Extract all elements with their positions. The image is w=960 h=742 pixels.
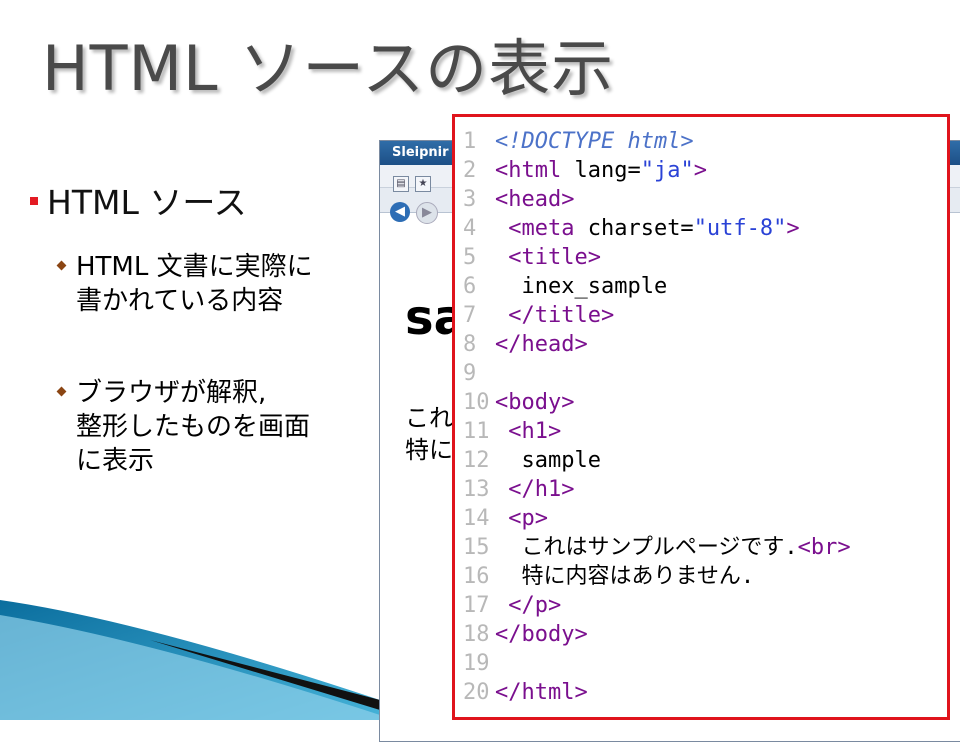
source-line: 18 </body> xyxy=(463,620,851,649)
code-token: charset= xyxy=(587,216,694,241)
source-line: 13 </h1> xyxy=(463,475,851,504)
sub-bullet-written-content: HTML 文書に実際に 書かれている内容 xyxy=(56,250,313,318)
source-line: 4 <meta charset="utf-8"> xyxy=(463,214,851,243)
code-token: </body> xyxy=(495,622,588,647)
code-token: </p> xyxy=(495,593,562,618)
forward-arrow-icon[interactable]: ▶ xyxy=(416,202,438,224)
line-number: 11 xyxy=(463,419,490,444)
source-line: 7 </title> xyxy=(463,301,851,330)
source-line: 15 これはサンプルページです.<br> xyxy=(463,533,851,562)
line-number: 15 xyxy=(463,535,490,560)
red-square-bullet-icon xyxy=(30,196,38,205)
rendered-paragraph: これ 特に xyxy=(405,402,453,466)
code-token: <title> xyxy=(495,245,601,270)
sub-bullet-line: HTML 文書に実際に xyxy=(76,252,313,282)
code-token: <body> xyxy=(495,390,575,415)
source-line: 20 </html> xyxy=(463,678,851,707)
code-token: これはサンプルページです. xyxy=(495,535,798,560)
sub-bullet-line: に表示 xyxy=(76,446,155,476)
source-line: 19 xyxy=(463,649,851,678)
source-line: 6 inex_sample xyxy=(463,272,851,301)
source-line: 8 </head> xyxy=(463,330,851,359)
source-line: 12 sample xyxy=(463,446,851,475)
line-number: 16 xyxy=(463,564,490,589)
line-number: 20 xyxy=(463,680,490,705)
bullet-label: HTML ソース xyxy=(47,183,247,222)
rendered-paragraph-line: 特に xyxy=(405,436,453,464)
line-number: 7 xyxy=(463,303,477,328)
line-number: 17 xyxy=(463,593,490,618)
source-line: 16 特に内容はありません. xyxy=(463,562,851,591)
line-number: 18 xyxy=(463,622,490,647)
code-token: <p> xyxy=(495,506,548,531)
line-number: 14 xyxy=(463,506,490,531)
sub-bullet-line: ブラウザが解釈, xyxy=(76,378,267,408)
code-token: <!DOCTYPE html> xyxy=(495,129,694,154)
diamond-bullet-icon xyxy=(56,386,67,397)
code-token: <head> xyxy=(495,187,575,212)
line-number: 8 xyxy=(463,332,477,357)
code-token: </h1> xyxy=(495,477,575,502)
code-token: > xyxy=(693,158,707,183)
back-arrow-icon[interactable]: ◀ xyxy=(390,202,410,222)
line-number: 1 xyxy=(463,129,477,154)
code-token: inex_sample xyxy=(495,274,668,299)
line-number: 9 xyxy=(463,361,477,386)
source-line: 9 xyxy=(463,359,851,388)
line-number: 4 xyxy=(463,216,477,241)
source-line: 10 <body> xyxy=(463,388,851,417)
source-line: 11 <h1> xyxy=(463,417,851,446)
line-number: 3 xyxy=(463,187,477,212)
bullet-html-source: HTML ソース xyxy=(30,176,247,224)
line-number: 10 xyxy=(463,390,490,415)
line-number: 13 xyxy=(463,477,490,502)
favorite-star-icon[interactable]: ★ xyxy=(415,176,431,192)
code-token: sample xyxy=(495,448,601,473)
source-line: 3 <head> xyxy=(463,185,851,214)
code-token: <html xyxy=(495,158,575,183)
code-token: "utf-8" xyxy=(693,216,787,241)
code-token: <br> xyxy=(797,535,851,560)
code-token: </title> xyxy=(495,303,615,328)
source-line: 14 <p> xyxy=(463,504,851,533)
slide-title: HTML ソースの表示 xyxy=(42,32,615,105)
source-line: 17 </p> xyxy=(463,591,851,620)
source-code: 1 <!DOCTYPE html> 2 <html lang="ja"> 3 <head>… xyxy=(463,127,851,707)
line-number: 19 xyxy=(463,651,490,676)
source-line: 1 <!DOCTYPE html> xyxy=(463,127,851,156)
menu-icon[interactable]: ▤ xyxy=(393,176,409,192)
diamond-bullet-icon xyxy=(56,260,67,271)
sub-bullet-line: 整形したものを画面 xyxy=(76,412,311,442)
sub-bullet-browser-render: ブラウザが解釈, 整形したものを画面 に表示 xyxy=(56,376,311,478)
html-source-view: 1 <!DOCTYPE html> 2 <html lang="ja"> 3 <head>… xyxy=(452,114,950,720)
source-line: 5 <title> xyxy=(463,243,851,272)
line-number: 5 xyxy=(463,245,477,270)
code-token: <meta xyxy=(495,216,588,241)
line-number: 12 xyxy=(463,448,490,473)
code-token: </head> xyxy=(495,332,588,357)
sub-bullet-line: 書かれている内容 xyxy=(76,286,284,316)
code-token: > xyxy=(786,216,800,241)
code-token: </html> xyxy=(495,680,588,705)
line-number: 6 xyxy=(463,274,477,299)
rendered-paragraph-line: これ xyxy=(405,404,453,432)
code-token: lang= xyxy=(574,158,641,183)
source-line: 2 <html lang="ja"> xyxy=(463,156,851,185)
code-token: <h1> xyxy=(495,419,562,444)
line-number: 2 xyxy=(463,158,477,183)
code-token: "ja" xyxy=(640,158,694,183)
code-token: 特に内容はありません. xyxy=(495,564,755,589)
